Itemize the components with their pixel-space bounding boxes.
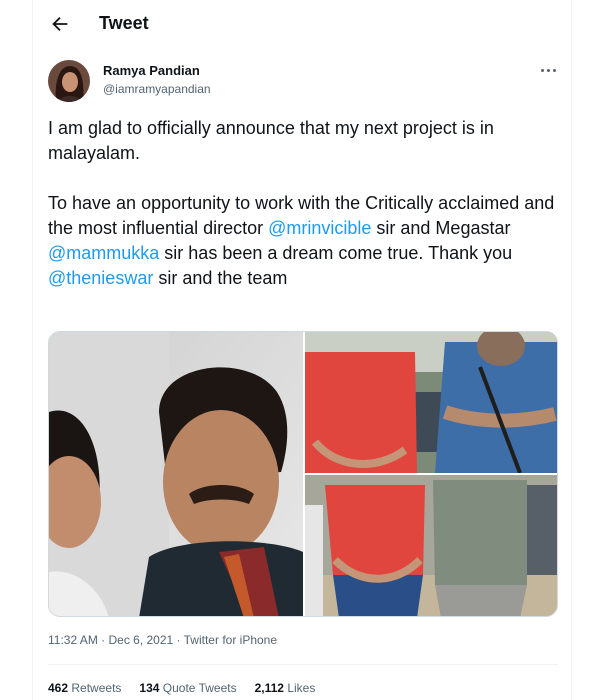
more-dots-icon bbox=[540, 68, 544, 72]
author-name[interactable]: Ramya Pandian bbox=[103, 63, 200, 78]
mention-mrinvicible[interactable]: @mrinvicible bbox=[268, 218, 371, 238]
mention-mammukka[interactable]: @mammukka bbox=[48, 243, 159, 263]
avatar[interactable] bbox=[48, 60, 90, 102]
tweet-paragraph-2: To have an opportunity to work with the … bbox=[48, 193, 555, 288]
tweet-paragraph-1: I am glad to officially announce that my… bbox=[48, 118, 494, 163]
author-handle[interactable]: @iamramyapandian bbox=[103, 82, 211, 96]
back-button[interactable] bbox=[49, 13, 71, 35]
likes-stat[interactable]: 2,112 Likes bbox=[255, 681, 316, 695]
more-options-button[interactable] bbox=[536, 62, 560, 78]
tweet-timestamp: 11:32 AM · Dec 6, 2021 · Twitter for iPh… bbox=[48, 633, 278, 647]
tweet-page: Tweet Ramya Pandian @iamramyapandian I a… bbox=[32, 0, 572, 700]
tweet-photo-2[interactable] bbox=[305, 332, 557, 473]
tweet-photo-1[interactable] bbox=[49, 332, 303, 616]
page-title: Tweet bbox=[99, 13, 149, 33]
tweet-media-grid bbox=[48, 331, 558, 617]
mention-thenieswar[interactable]: @thenieswar bbox=[48, 268, 153, 288]
divider bbox=[48, 664, 558, 665]
retweets-stat[interactable]: 462 Retweets bbox=[48, 681, 121, 695]
arrow-left-icon bbox=[52, 16, 68, 32]
tweet-photo-3[interactable] bbox=[305, 475, 557, 616]
tweet-text: I am glad to officially announce that my… bbox=[48, 116, 560, 291]
header: Tweet bbox=[33, 0, 573, 47]
tweet-stats: 462 Retweets 134 Quote Tweets 2,112 Like… bbox=[48, 681, 315, 695]
tweet-source-link[interactable]: Twitter for iPhone bbox=[184, 633, 277, 647]
quote-tweets-stat[interactable]: 134 Quote Tweets bbox=[139, 681, 236, 695]
